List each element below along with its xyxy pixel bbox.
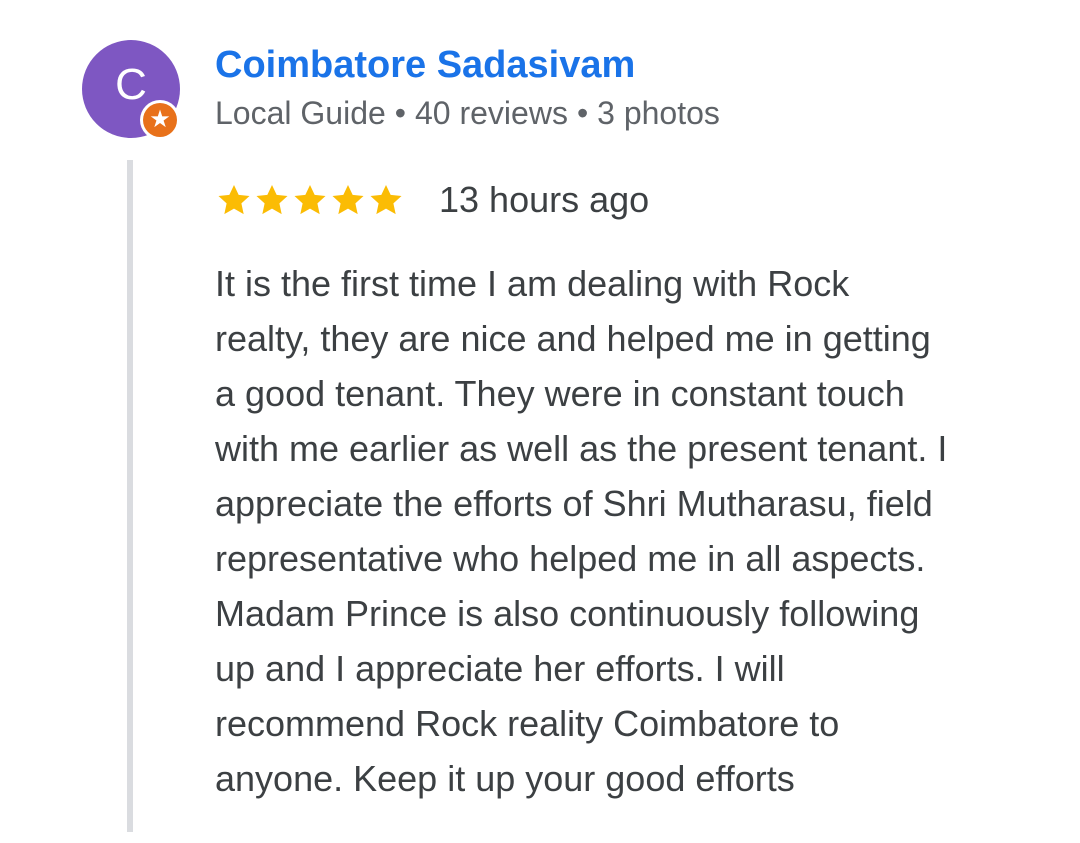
star-icon [218,184,250,215]
review-text-line: appreciate the efforts of Shri Mutharasu… [215,483,933,524]
star-icon [332,184,364,215]
photo-count: 3 photos [597,95,720,131]
review-text-line: It is the first time I am dealing with R… [215,263,850,304]
rating-row: 13 hours ago [215,176,649,224]
review-timestamp: 13 hours ago [439,179,650,220]
reviewer-meta: Local Guide • 40 reviews • 3 photos [215,95,720,132]
reviewer-name[interactable]: Coimbatore Sadasivam [215,44,635,87]
local-guide-star-icon: ★ [143,103,177,137]
meta-separator: • [394,95,406,131]
local-guide-badge: ★ [140,100,180,140]
star-icon [294,184,326,215]
review-divider [127,160,133,832]
meta-separator: • [576,95,589,131]
review-text: It is the first time I am dealing with R… [215,256,1045,806]
review-count: 40 reviews [414,95,568,131]
star-rating [215,181,405,219]
review-text-line: Madam Prince is also continuously follow… [215,593,920,634]
review-text-line: up and I appreciate her efforts. I will [215,648,785,689]
review-text-line: anyone. Keep it up your good efforts [215,758,795,799]
review-text-line: representative who helped me in all aspe… [215,538,926,579]
review-text-line: with me earlier as well as the present t… [215,428,948,469]
review-text-line: realty, they are nice and helped me in g… [215,318,931,359]
review-text-line: a good tenant. They were in constant tou… [215,373,905,414]
review-text-line: recommend Rock reality Coimbatore to [215,703,840,744]
star-icon [370,184,402,215]
star-icon [256,184,288,215]
local-guide-label: Local Guide [215,95,386,131]
